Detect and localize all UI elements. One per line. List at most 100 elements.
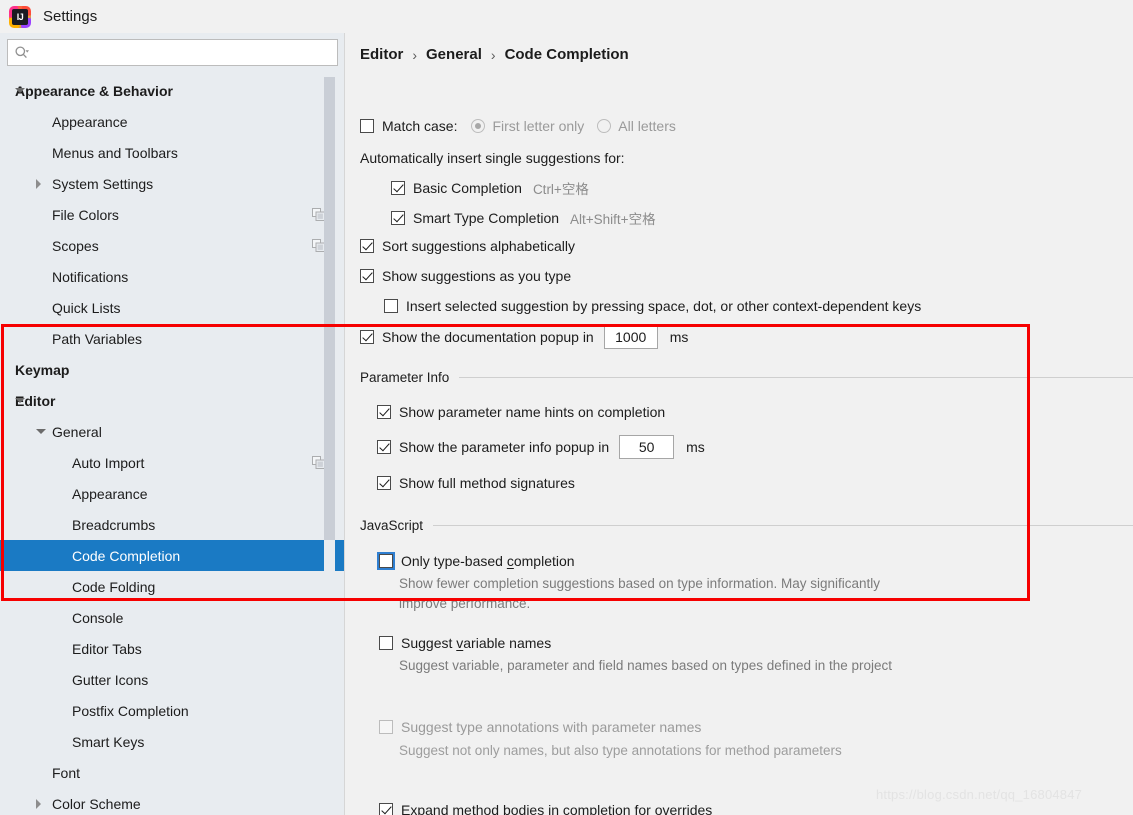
suggest-variable-names-description: Suggest variable, parameter and field na…	[399, 658, 893, 673]
smart-type-completion-checkbox[interactable]	[391, 211, 405, 225]
sidebar-item-general[interactable]: General	[0, 416, 345, 447]
sidebar-item-keymap[interactable]: Keymap	[0, 354, 345, 385]
show-as-you-type-checkbox[interactable]	[360, 269, 374, 283]
suggest-type-annotations-row: Suggest type annotations with parameter …	[379, 719, 701, 735]
settings-sidebar: Appearance & Behavior Appearance Menus and…	[0, 33, 345, 815]
suggest-variable-names-row[interactable]: Suggest variable names	[379, 635, 551, 651]
section-divider	[433, 525, 1133, 526]
sidebar-item-code-folding[interactable]: Code Folding	[0, 571, 345, 602]
breadcrumb-item-editor[interactable]: Editor	[360, 46, 403, 63]
only-type-based-row[interactable]: Only type-based completion	[377, 552, 575, 570]
parameter-info-title: Parameter Info	[360, 370, 450, 385]
sidebar-item-label: Appearance	[52, 113, 128, 130]
param-hints-row[interactable]: Show parameter name hints on completion	[377, 404, 665, 420]
search-input[interactable]	[30, 41, 337, 64]
radio-first-letter-only[interactable]	[471, 119, 486, 133]
doc-popup-checkbox[interactable]	[360, 330, 374, 344]
radio-first-letter-only-label: First letter only	[492, 118, 585, 134]
only-type-based-description: Show fewer completion suggestions based …	[399, 576, 881, 611]
sidebar-item-label: Menus and Toolbars	[52, 144, 178, 161]
expand-method-bodies-row[interactable]: Expand method bodies in completion for o…	[379, 802, 712, 815]
sidebar-item-editor-tabs[interactable]: Editor Tabs	[0, 633, 345, 664]
chevron-down-icon[interactable]	[15, 88, 25, 93]
suggest-variable-names-label: Suggest variable names	[401, 635, 552, 651]
sidebar-item-quick-lists[interactable]: Quick Lists	[0, 292, 345, 323]
sidebar-item-auto-import[interactable]: Auto Import	[0, 447, 345, 478]
basic-completion-checkbox[interactable]	[391, 181, 405, 195]
chevron-down-icon[interactable]	[36, 429, 46, 434]
doc-popup-unit: ms	[669, 329, 689, 345]
sidebar-item-label: Breadcrumbs	[72, 516, 156, 533]
show-as-you-type-row[interactable]: Show suggestions as you type	[360, 268, 571, 284]
search-icon	[15, 45, 29, 58]
doc-popup-label: Show the documentation popup in	[382, 329, 594, 345]
title-bar: IJ Settings	[0, 0, 1133, 33]
sidebar-item-console[interactable]: Console	[0, 602, 345, 633]
smart-type-completion-row[interactable]: Smart Type Completion Alt+Shift+空格	[391, 208, 656, 228]
param-popup-delay-input[interactable]: 50	[619, 435, 675, 459]
expand-method-bodies-label: Expand method bodies in completion for o…	[401, 802, 713, 815]
doc-popup-delay-input[interactable]: 1000	[603, 325, 658, 349]
sidebar-item-postfix-completion[interactable]: Postfix Completion	[0, 695, 345, 726]
show-as-you-type-label: Show suggestions as you type	[382, 268, 572, 284]
match-case-all-letters-option[interactable]: All letters	[597, 118, 676, 134]
param-popup-delay-row[interactable]: Show the parameter info popup in 50 ms	[377, 435, 705, 459]
javascript-section-header: JavaScript	[346, 518, 1133, 533]
sidebar-item-label: Code Completion	[72, 547, 181, 564]
sidebar-item-appearance[interactable]: Appearance	[0, 106, 345, 137]
doc-popup-row[interactable]: Show the documentation popup in 1000 ms	[360, 325, 688, 349]
sidebar-item-font[interactable]: Font	[0, 757, 345, 788]
sidebar-item-label: Notifications	[52, 268, 129, 285]
radio-all-letters[interactable]	[597, 119, 612, 133]
sidebar-item-color-scheme[interactable]: Color Scheme	[0, 788, 345, 815]
sidebar-item-menus-and-toolbars[interactable]: Menus and Toolbars	[0, 137, 345, 168]
param-popup-delay-label: Show the parameter info popup in	[399, 439, 610, 455]
basic-completion-row[interactable]: Basic Completion Ctrl+空格	[391, 178, 589, 198]
sidebar-item-path-variables[interactable]: Path Variables	[0, 323, 345, 354]
param-hints-checkbox[interactable]	[377, 405, 391, 419]
sidebar-item-scopes[interactable]: Scopes	[0, 230, 345, 261]
only-type-based-checkbox[interactable]	[377, 552, 395, 570]
sidebar-item-gutter-icons[interactable]: Gutter Icons	[0, 664, 345, 695]
full-signatures-checkbox[interactable]	[377, 476, 391, 490]
radio-all-letters-label: All letters	[618, 118, 676, 134]
sidebar-item-editor[interactable]: Editor	[0, 385, 345, 416]
sidebar-item-breadcrumbs[interactable]: Breadcrumbs	[0, 509, 345, 540]
sidebar-divider	[344, 33, 345, 815]
basic-completion-label: Basic Completion	[413, 180, 522, 196]
smart-type-completion-label: Smart Type Completion	[413, 210, 560, 226]
sidebar-item-label: Appearance & Behavior	[15, 82, 173, 99]
breadcrumb-item-general[interactable]: General	[426, 46, 482, 63]
sidebar-item-appearance-behavior[interactable]: Appearance & Behavior	[0, 75, 345, 106]
match-case-checkbox[interactable]	[360, 119, 374, 133]
sidebar-item-code-completion[interactable]: Code Completion	[0, 540, 345, 571]
full-signatures-row[interactable]: Show full method signatures	[377, 475, 575, 491]
sidebar-item-file-colors[interactable]: File Colors	[0, 199, 345, 230]
sidebar-item-system-settings[interactable]: System Settings	[0, 168, 345, 199]
sidebar-item-smart-keys[interactable]: Smart Keys	[0, 726, 345, 757]
insert-selected-checkbox[interactable]	[384, 299, 398, 313]
insert-selected-row[interactable]: Insert selected suggestion by pressing s…	[384, 298, 921, 314]
suggest-variable-names-checkbox[interactable]	[379, 636, 393, 650]
sidebar-item-label: File Colors	[52, 206, 119, 223]
search-box[interactable]	[7, 39, 338, 66]
sidebar-item-label: Scopes	[52, 237, 99, 254]
chevron-right-icon[interactable]	[36, 178, 41, 189]
sidebar-item-label: Editor Tabs	[72, 640, 142, 657]
sidebar-scrollbar-thumb[interactable]	[324, 77, 335, 540]
chevron-right-icon[interactable]	[36, 798, 41, 809]
sort-alphabetically-row[interactable]: Sort suggestions alphabetically	[360, 238, 575, 254]
suggest-type-annotations-label: Suggest type annotations with parameter …	[401, 719, 702, 735]
chevron-down-icon[interactable]	[15, 398, 25, 403]
match-case-first-letter-option[interactable]: First letter only	[471, 118, 584, 134]
param-popup-delay-checkbox[interactable]	[377, 440, 391, 454]
settings-dialog: IJ Settings Appearance & Behavior Appeara…	[0, 0, 1133, 815]
sidebar-item-appearance[interactable]: Appearance	[0, 478, 345, 509]
sort-alphabetically-checkbox[interactable]	[360, 239, 374, 253]
suggest-type-annotations-description: Suggest not only names, but also type an…	[399, 743, 842, 758]
breadcrumb: Editor › General › Code Completion	[360, 46, 629, 63]
app-icon-text: IJ	[12, 8, 28, 25]
only-type-based-label: Only type-based completion	[401, 553, 575, 569]
sidebar-item-notifications[interactable]: Notifications	[0, 261, 345, 292]
expand-method-bodies-checkbox[interactable]	[379, 803, 393, 815]
